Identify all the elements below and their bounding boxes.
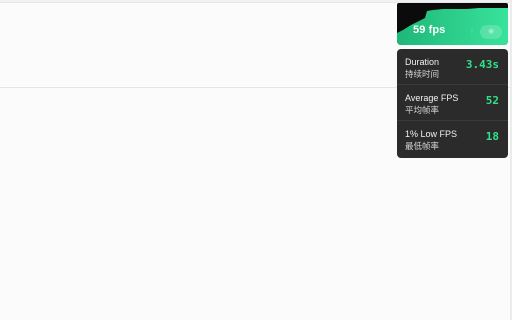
fps-monitor-widget[interactable]: 59 fps ⋮ ◉ Duration 持续时间 3.43s Average F… (397, 3, 508, 158)
browser-viewport: 59 fps ⋮ ◉ Duration 持续时间 3.43s Average F… (0, 0, 512, 320)
stat-value-average-fps: 52 (485, 94, 499, 107)
stat-row-average-fps: Average FPS 平均帧率 52 (397, 85, 508, 121)
stat-row-low-fps: 1% Low FPS 最低帧率 18 (397, 121, 508, 157)
fps-graph[interactable]: 59 fps ⋮ ◉ (397, 3, 508, 45)
drag-handle-icon[interactable]: ⋮ (468, 28, 476, 36)
eye-icon[interactable]: ◉ (480, 25, 502, 39)
stat-value-low-fps: 18 (485, 130, 499, 143)
stat-value-duration: 3.43s (465, 58, 499, 71)
stat-row-duration: Duration 持续时间 3.43s (397, 49, 508, 85)
fps-stats-panel: Duration 持续时间 3.43s Average FPS 平均帧率 52 … (397, 49, 508, 158)
fps-readout: 59 fps (413, 24, 446, 36)
